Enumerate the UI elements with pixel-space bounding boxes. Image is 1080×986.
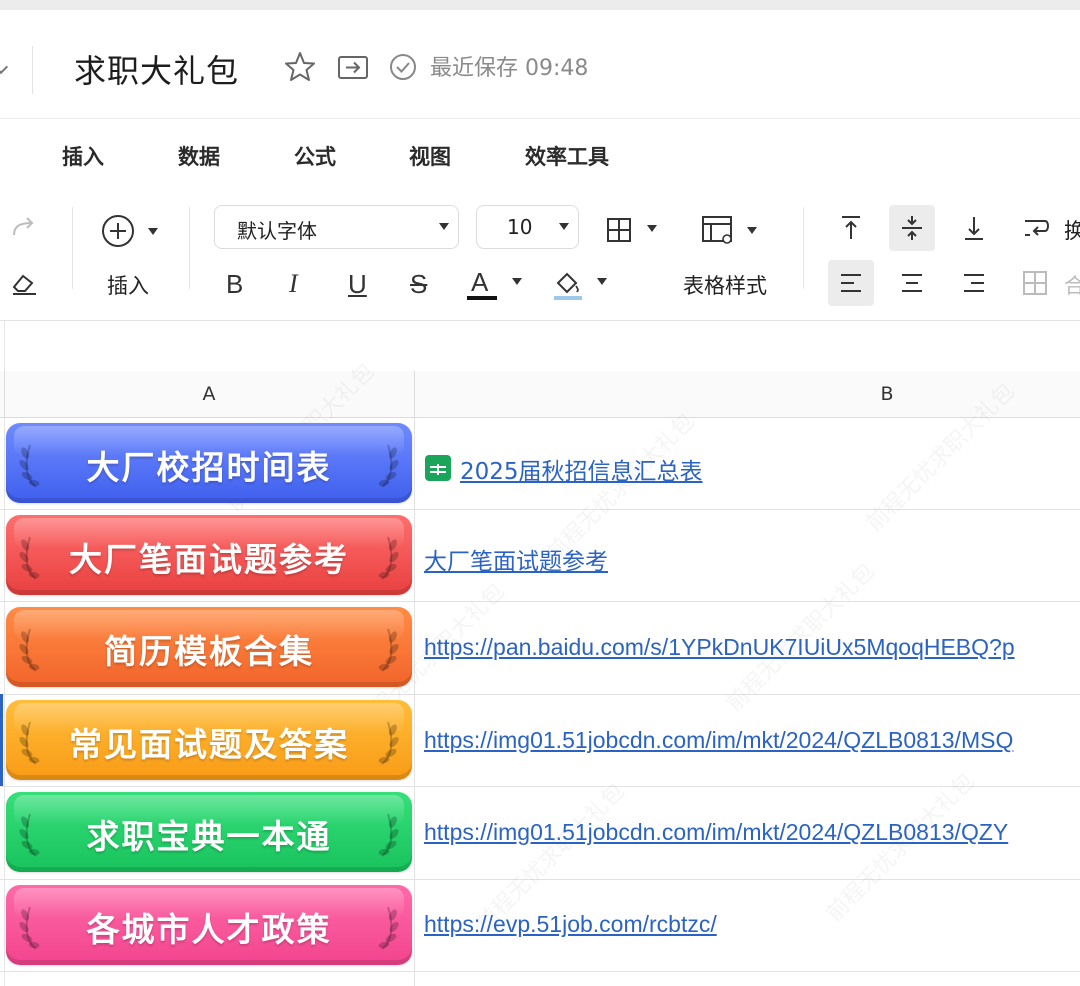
title-bar: 求职大礼包 最近保存 09:48 (0, 10, 1080, 119)
wrap-text-label[interactable]: 换 (1064, 215, 1080, 245)
title-divider (32, 46, 33, 94)
align-bottom-icon[interactable] (960, 213, 988, 243)
category-badge[interactable]: 大厂校招时间表 (6, 423, 412, 503)
star-icon[interactable] (283, 50, 317, 84)
category-badge[interactable]: 常见面试题及答案 (6, 700, 412, 780)
merge-cells-icon[interactable] (1021, 269, 1049, 297)
resource-link[interactable]: https://pan.baidu.com/s/1YPkDnUK7IUiUx5M… (424, 634, 1015, 661)
saved-check-icon (390, 54, 416, 80)
menu-bar: 插入 数据 公式 视图 效率工具 (0, 119, 1080, 185)
row-gridline (0, 971, 1080, 972)
category-badge[interactable]: 简历模板合集 (6, 607, 412, 687)
menu-formula[interactable]: 公式 (294, 141, 336, 171)
insert-label[interactable]: 插入 (107, 270, 149, 300)
row-gridline (0, 509, 1080, 510)
category-label: 简历模板合集 (104, 632, 314, 671)
toolbar-divider (189, 207, 190, 289)
resource-link[interactable]: 大厂笔面试题参考 (424, 542, 608, 576)
menu-insert[interactable]: 插入 (62, 141, 104, 171)
row-header-edge (4, 321, 5, 986)
save-status: 最近保存 09:48 (430, 56, 589, 81)
chevron-down-icon (559, 223, 569, 230)
italic-button[interactable]: I (289, 271, 298, 297)
row-gridline (0, 601, 1080, 602)
chevron-down-icon (439, 223, 449, 230)
table-style-icon[interactable] (700, 213, 736, 247)
align-left-icon[interactable] (837, 269, 865, 297)
font-family-select[interactable]: 默认字体 (214, 205, 459, 249)
table-style-label[interactable]: 表格样式 (683, 270, 767, 300)
merge-cells-label[interactable]: 合 (1064, 270, 1080, 300)
move-to-folder-icon[interactable] (336, 50, 370, 84)
watermark: 前程无忧求职大礼包 (818, 765, 981, 928)
window-top-strip (0, 0, 1080, 10)
category-badge[interactable]: 各城市人才政策 (6, 885, 412, 965)
category-label: 常见面试题及答案 (69, 725, 349, 764)
column-gridline (414, 417, 415, 986)
column-header-b[interactable]: B (414, 371, 1080, 417)
category-label: 大厂校招时间表 (86, 448, 332, 487)
borders-dropdown-caret[interactable] (647, 225, 657, 232)
table-style-dropdown-caret[interactable] (747, 227, 757, 234)
formula-bar[interactable] (0, 321, 1080, 372)
resource-link[interactable]: https://evp.51job.com/rcbtzc/ (424, 911, 717, 938)
toolbar: 插入 默认字体 10 表格样式 B I U S A 换 合 (0, 185, 1080, 321)
category-badge[interactable]: 求职宝典一本通 (6, 792, 412, 872)
font-size-select[interactable]: 10 (476, 205, 579, 249)
row-gridline (0, 694, 1080, 695)
bold-button[interactable]: B (226, 271, 243, 297)
column-header-row: A B (0, 371, 1080, 418)
category-label: 求职宝典一本通 (86, 817, 332, 856)
fill-color-bucket-icon[interactable] (552, 269, 584, 301)
chevron-down-icon[interactable] (0, 59, 9, 75)
strikethrough-button[interactable]: S (410, 271, 427, 297)
align-right-icon[interactable] (960, 269, 988, 297)
redo-icon[interactable] (10, 215, 40, 243)
font-family-value: 默认字体 (237, 219, 317, 243)
align-middle-icon[interactable] (898, 213, 926, 243)
resource-link[interactable]: https://img01.51jobcdn.com/im/mkt/2024/Q… (424, 727, 1013, 754)
menu-view[interactable]: 视图 (409, 141, 451, 171)
font-color-swatch (467, 296, 497, 300)
font-color-dropdown-caret[interactable] (512, 278, 522, 285)
column-header-a[interactable]: A (4, 371, 414, 417)
align-center-icon[interactable] (898, 269, 926, 297)
toolbar-divider (803, 207, 804, 289)
underline-button[interactable]: U (348, 271, 367, 297)
row-gridline (0, 786, 1080, 787)
resource-link[interactable]: https://img01.51jobcdn.com/im/mkt/2024/Q… (424, 819, 1008, 846)
document-title[interactable]: 求职大礼包 (74, 46, 239, 92)
eraser-icon[interactable] (10, 270, 40, 298)
category-label: 各城市人才政策 (86, 910, 332, 949)
font-color-button[interactable]: A (471, 269, 488, 295)
font-size-value: 10 (507, 215, 533, 239)
menu-efficiency-tools[interactable]: 效率工具 (525, 141, 609, 171)
category-badge[interactable]: 大厂笔面试题参考 (6, 515, 412, 595)
align-top-icon[interactable] (837, 213, 865, 243)
insert-dropdown-caret[interactable] (148, 228, 158, 235)
wrap-text-icon[interactable] (1021, 213, 1051, 243)
borders-icon[interactable] (604, 215, 634, 245)
category-label: 大厂笔面试题参考 (69, 540, 349, 579)
row-gridline (0, 879, 1080, 880)
fill-color-dropdown-caret[interactable] (597, 278, 607, 285)
menu-data[interactable]: 数据 (178, 141, 220, 171)
spreadsheet-icon (425, 455, 451, 481)
resource-link[interactable]: 2025届秋招信息汇总表 (460, 452, 703, 486)
insert-plus-icon[interactable] (100, 213, 136, 249)
toolbar-divider (72, 207, 73, 289)
active-row-marker (0, 694, 3, 786)
